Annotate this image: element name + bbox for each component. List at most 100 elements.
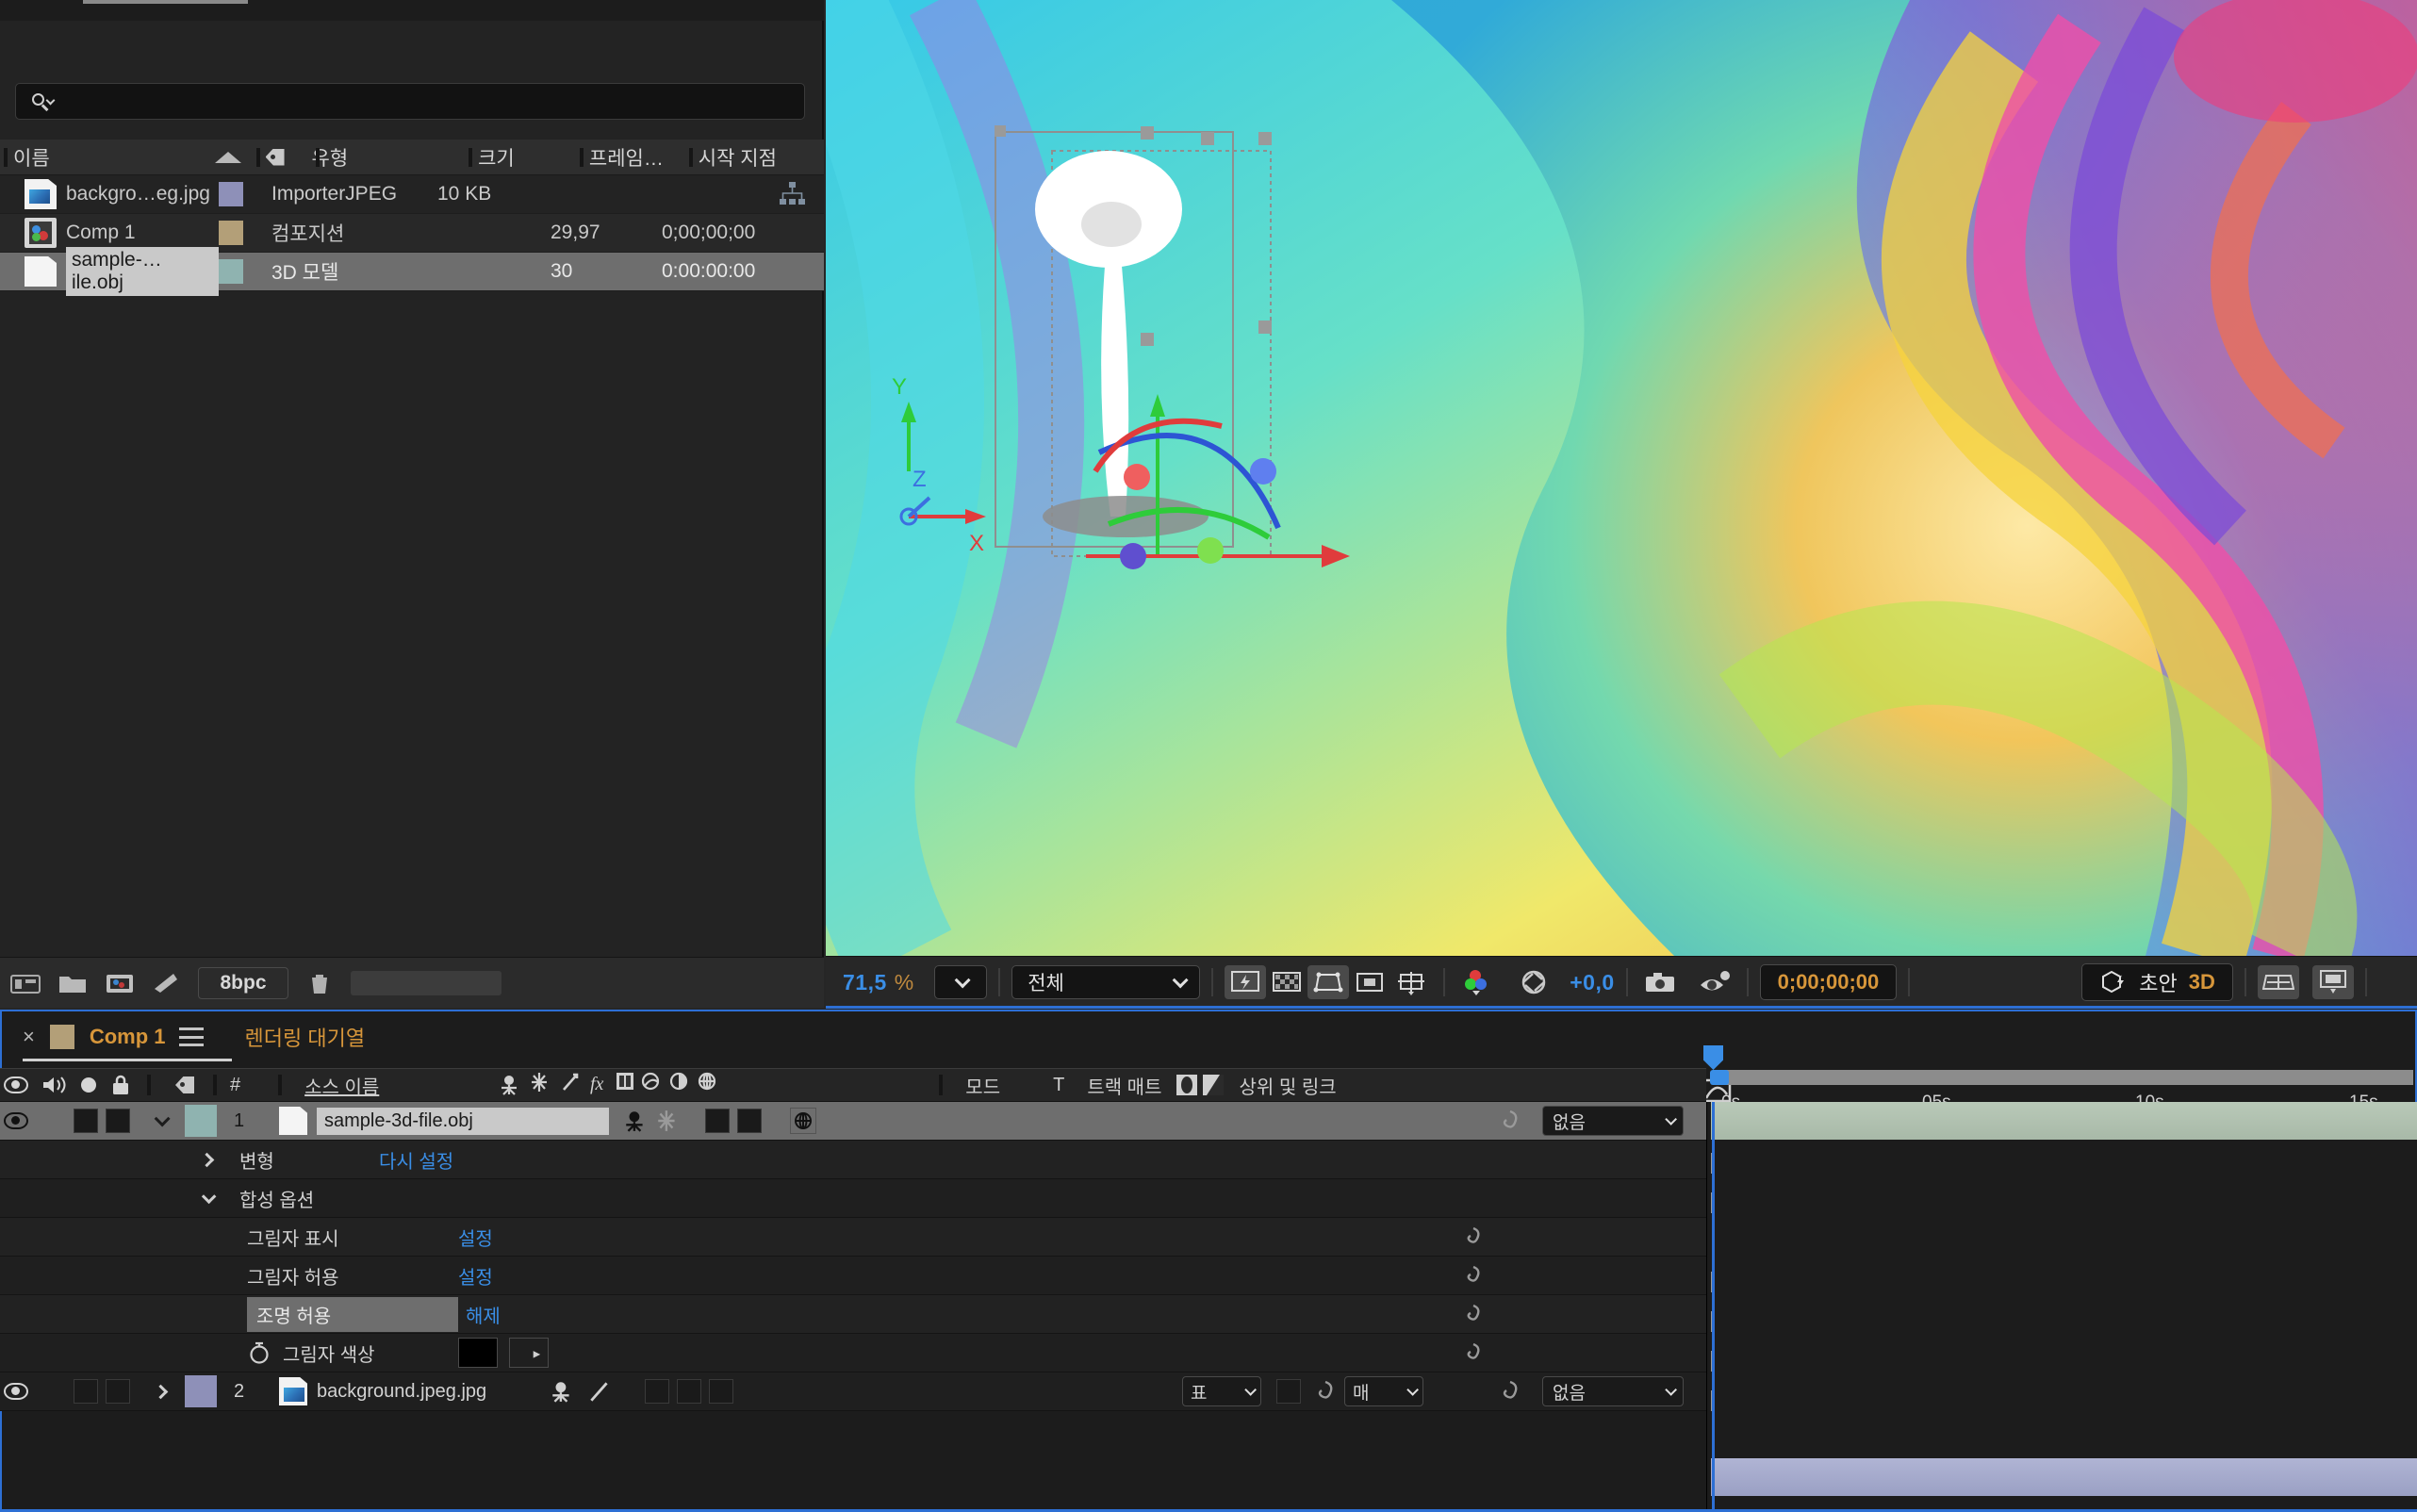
shy-icon[interactable]	[549, 1379, 575, 1404]
project-item-row[interactable]: backgro…eg.jpg ImporterJPEG 10 KB	[0, 175, 824, 214]
panel-menu-icon[interactable]	[179, 1027, 204, 1046]
audio-icon[interactable]	[40, 1074, 68, 1096]
track-matte-pickwhip-icon[interactable]	[1312, 1378, 1339, 1405]
composition-canvas[interactable]: Y X Z	[826, 0, 2417, 956]
channel-icon[interactable]	[1456, 965, 1498, 999]
mask-path-icon[interactable]	[1349, 965, 1390, 999]
layer-source-name[interactable]: background.jpeg.jpg	[317, 1381, 486, 1403]
property-expand-toggle[interactable]	[194, 1186, 219, 1210]
layer-expand-toggle[interactable]	[149, 1380, 172, 1403]
collapse-transform-icon[interactable]	[654, 1109, 681, 1133]
flowchart-icon[interactable]	[779, 181, 805, 207]
column-header-frame-rate[interactable]: 프레임…	[576, 140, 685, 174]
draft-3d-button[interactable]: 초안 3D	[2081, 963, 2233, 1001]
layer-switch-group[interactable]	[549, 1379, 613, 1404]
project-settings-icon[interactable]	[9, 970, 41, 996]
column-label-source-name[interactable]: 소스 이름	[304, 1072, 379, 1099]
exposure-value[interactable]: +0,0	[1570, 970, 1614, 995]
layer-solo-toggle[interactable]	[74, 1379, 98, 1404]
project-item-row-selected[interactable]: sample-…ile.obj 3D 모델 30 0:00:00:00	[0, 253, 824, 291]
column-header-start[interactable]: 시작 지점	[685, 140, 824, 174]
column-header-size[interactable]: 크기	[465, 140, 576, 174]
layer-effects-switch[interactable]	[645, 1379, 669, 1404]
expression-pickwhip-icon[interactable]	[1459, 1339, 1488, 1367]
3d-layer-switch[interactable]	[790, 1108, 816, 1134]
timeline-property-row-selected[interactable]: 조명 허용 해제	[0, 1295, 1706, 1334]
expression-pickwhip-icon[interactable]	[1459, 1223, 1488, 1251]
layer-visibility-toggle[interactable]	[0, 1383, 32, 1400]
track-matte-dropdown[interactable]: 매	[1344, 1376, 1423, 1406]
transparency-grid-icon[interactable]	[1266, 965, 1307, 999]
timeline-property-row[interactable]: 그림자 색상	[0, 1334, 1706, 1372]
layer-label-color[interactable]	[185, 1105, 217, 1137]
timeline-property-row[interactable]: 합성 옵션	[0, 1179, 1706, 1218]
resolution-dropdown[interactable]: 전체	[1011, 965, 1200, 999]
project-item-label-swatch[interactable]	[219, 182, 271, 206]
layer-2-track-bar[interactable]	[1711, 1458, 2417, 1496]
column-header-type[interactable]: 유형	[312, 140, 466, 174]
fast-preview-icon[interactable]	[1225, 965, 1266, 999]
expression-pickwhip-icon[interactable]	[1459, 1261, 1488, 1290]
layer-1-track-bar[interactable]	[1711, 1102, 2417, 1140]
show-snapshot-icon[interactable]	[1694, 965, 1735, 999]
parent-dropdown[interactable]: 없음	[1542, 1106, 1684, 1136]
track-matte-color[interactable]	[1276, 1379, 1301, 1404]
parent-pickwhip-icon[interactable]	[1497, 1378, 1523, 1405]
zoom-level-value[interactable]: 71,5	[843, 970, 887, 995]
project-item-label-swatch[interactable]	[219, 259, 271, 284]
timeline-property-row[interactable]: 그림자 표시 설정	[0, 1218, 1706, 1257]
new-composition-icon[interactable]	[104, 970, 136, 996]
work-area-bar[interactable]	[1719, 1070, 2413, 1085]
property-value[interactable]: 해제	[466, 1301, 501, 1328]
layer-quality-switch[interactable]	[705, 1109, 730, 1133]
views-icon[interactable]	[2258, 965, 2299, 999]
tab-comp-1[interactable]: Comp 1	[90, 1025, 166, 1049]
timeline-layer-row[interactable]: 1 sample-3d-file.obj 없음	[0, 1102, 1706, 1141]
lock-icon[interactable]	[109, 1073, 132, 1097]
stopwatch-icon[interactable]	[247, 1339, 271, 1367]
layer-lock-toggle[interactable]	[106, 1379, 130, 1404]
zoom-dropdown[interactable]	[934, 965, 987, 999]
eye-icon[interactable]	[0, 1076, 32, 1093]
layer-expand-toggle[interactable]	[149, 1109, 172, 1132]
timeline-track-area[interactable]	[1706, 1102, 2417, 1512]
work-area-start-handle[interactable]	[1710, 1070, 1729, 1085]
delete-icon[interactable]	[304, 970, 336, 996]
view-options-icon[interactable]	[2312, 965, 2354, 999]
layer-frame-blend-switch[interactable]	[677, 1379, 701, 1404]
property-expand-toggle[interactable]	[194, 1147, 219, 1172]
shy-icon[interactable]	[622, 1109, 649, 1133]
property-value[interactable]: 설정	[458, 1224, 493, 1251]
tab-render-queue[interactable]: 렌더링 대기열	[245, 1022, 366, 1052]
property-value[interactable]: 다시 설정	[379, 1146, 453, 1174]
color-depth-icon[interactable]	[151, 970, 183, 996]
blend-mode-dropdown[interactable]: 표	[1182, 1376, 1261, 1406]
new-folder-icon[interactable]	[57, 970, 89, 996]
project-item-name[interactable]: sample-…ile.obj	[66, 247, 219, 296]
layer-effects-switch[interactable]	[737, 1109, 762, 1133]
bit-depth-button[interactable]: 8bpc	[198, 967, 288, 999]
region-of-interest-icon[interactable]	[1307, 965, 1349, 999]
current-time-display[interactable]: 0;00;00;00	[1760, 964, 1898, 1000]
layer-source-name[interactable]: sample-3d-file.obj	[317, 1108, 609, 1135]
parent-dropdown[interactable]: 없음	[1542, 1376, 1684, 1406]
column-header-tag[interactable]	[253, 140, 312, 174]
quality-icon[interactable]	[586, 1379, 613, 1404]
snapshot-icon[interactable]	[1639, 965, 1681, 999]
layer-label-color[interactable]	[185, 1375, 217, 1407]
eyedropper-icon[interactable]	[509, 1338, 549, 1368]
timeline-property-row[interactable]: 변형 다시 설정	[0, 1141, 1706, 1179]
column-header-name[interactable]: 이름	[0, 140, 215, 174]
project-search-input[interactable]	[59, 90, 804, 112]
project-search[interactable]	[15, 83, 805, 120]
close-icon[interactable]: ×	[23, 1025, 35, 1049]
timeline-property-row[interactable]: 그림자 허용 설정	[0, 1257, 1706, 1295]
project-item-label-swatch[interactable]	[219, 221, 271, 245]
sort-ascending-icon[interactable]	[215, 152, 241, 163]
layer-switch-group[interactable]	[622, 1109, 681, 1133]
shadow-color-swatch[interactable]	[458, 1338, 498, 1368]
layer-motion-blur-switch[interactable]	[709, 1379, 733, 1404]
tag-icon[interactable]	[175, 1075, 200, 1095]
property-label[interactable]: 조명 허용	[247, 1297, 458, 1332]
property-value[interactable]: 설정	[458, 1262, 493, 1290]
